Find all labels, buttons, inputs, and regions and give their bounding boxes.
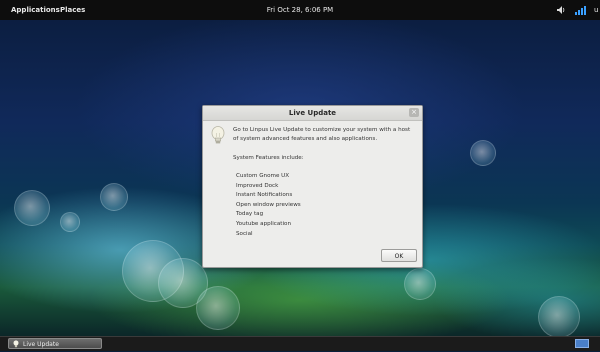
- bottom-panel: Live Update: [0, 336, 600, 351]
- lightbulb-icon: [13, 340, 19, 352]
- clock[interactable]: Fri Oct 28, 6:06 PM: [0, 6, 600, 14]
- top-panel: Applications Places Fri Oct 28, 6:06 PM …: [0, 0, 600, 20]
- ok-button[interactable]: OK: [381, 249, 417, 262]
- bokeh-decoration: [404, 268, 436, 300]
- list-item: Youtube application: [236, 220, 292, 227]
- list-item: Today tag: [236, 211, 264, 218]
- workspace-switcher-icon[interactable]: [575, 339, 589, 348]
- list-item: Social: [236, 230, 253, 237]
- bokeh-decoration: [538, 296, 580, 338]
- dialog-message-line-1: Go to Linpus Live Update to customize yo…: [233, 127, 411, 133]
- lightbulb-icon: [211, 126, 225, 150]
- feature-list: Custom Gnome UX Improved Dock Instant No…: [236, 172, 301, 239]
- bokeh-decoration: [14, 190, 50, 226]
- list-item: Instant Notifications: [236, 192, 293, 199]
- dialog-message-line-2: of system advanced features and also app…: [233, 136, 378, 142]
- list-item: Open window previews: [236, 201, 301, 208]
- features-header: System Features include:: [233, 155, 304, 161]
- bokeh-decoration: [470, 140, 496, 166]
- dialog-title: Live Update: [203, 106, 422, 121]
- bokeh-decoration: [100, 183, 128, 211]
- bokeh-decoration: [60, 212, 80, 232]
- taskbar-item-live-update[interactable]: Live Update: [8, 338, 102, 349]
- taskbar-item-label: Live Update: [23, 341, 59, 348]
- signal-icon[interactable]: [575, 5, 586, 17]
- live-update-dialog: Live Update × Go to Linpus Live Update t…: [202, 105, 423, 268]
- close-icon[interactable]: ×: [409, 108, 419, 117]
- user-menu[interactable]: u: [594, 6, 598, 14]
- list-item: Improved Dock: [236, 182, 279, 189]
- volume-icon[interactable]: [556, 5, 566, 17]
- bokeh-decoration: [196, 286, 240, 330]
- list-item: Custom Gnome UX: [236, 173, 290, 179]
